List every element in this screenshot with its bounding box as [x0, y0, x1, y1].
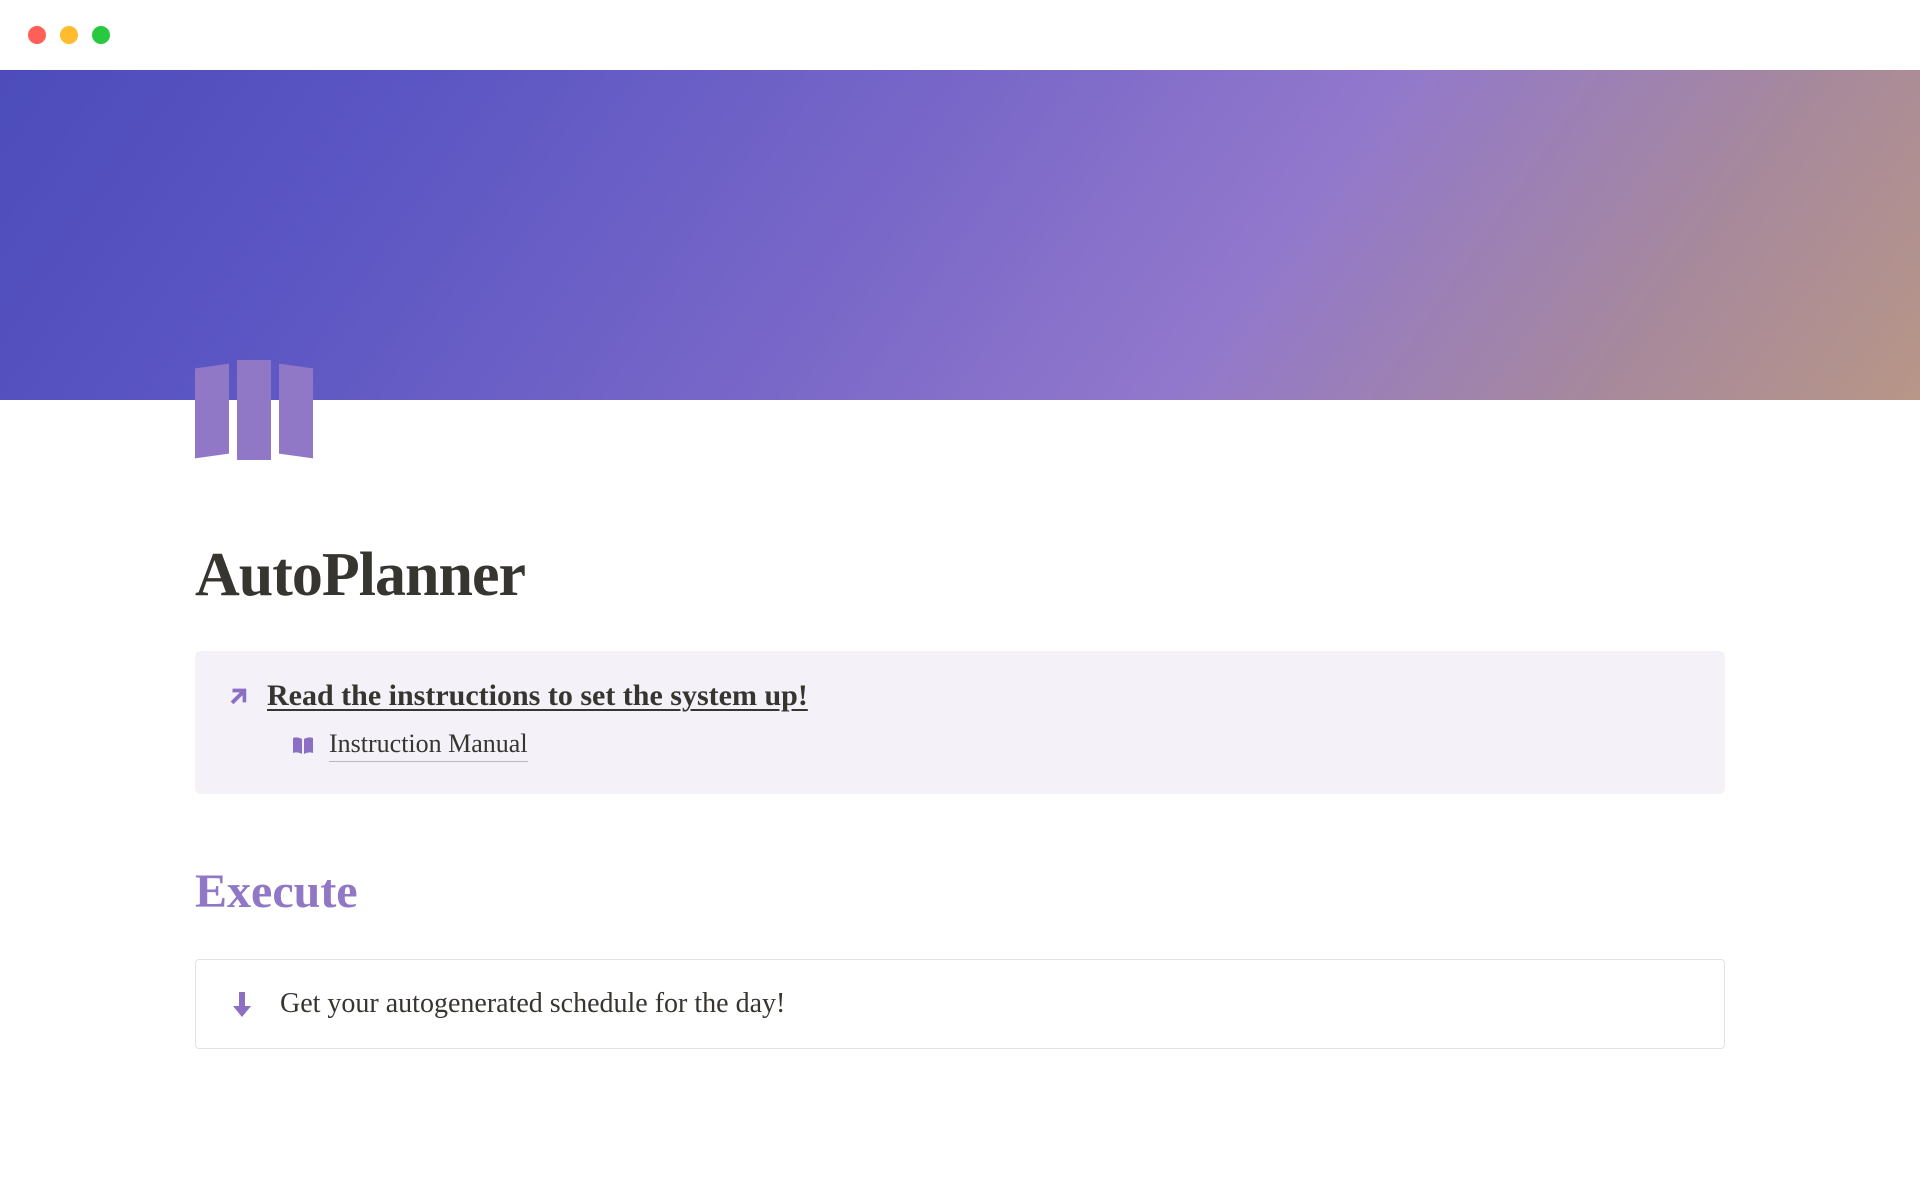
- schedule-text: Get your autogenerated schedule for the …: [280, 988, 785, 1020]
- page-content: AutoPlanner Read the instructions to set…: [0, 400, 1920, 1049]
- instructions-callout: Read the instructions to set the system …: [195, 651, 1725, 794]
- arrow-down-right-icon: [227, 685, 249, 707]
- minimize-window-button[interactable]: [60, 26, 78, 44]
- execute-heading[interactable]: Execute: [195, 864, 1725, 919]
- window-chrome: [0, 0, 1920, 70]
- callout-title[interactable]: Read the instructions to set the system …: [267, 679, 808, 713]
- maximize-window-button[interactable]: [92, 26, 110, 44]
- page-icon[interactable]: [195, 360, 325, 460]
- close-window-button[interactable]: [28, 26, 46, 44]
- book-icon: [291, 734, 315, 758]
- arrow-down-icon: [228, 990, 256, 1018]
- page-title[interactable]: AutoPlanner: [195, 540, 1725, 611]
- instruction-manual-label: Instruction Manual: [329, 729, 528, 762]
- schedule-callout[interactable]: Get your autogenerated schedule for the …: [195, 959, 1725, 1049]
- page-cover[interactable]: [0, 70, 1920, 400]
- callout-header: Read the instructions to set the system …: [227, 679, 1693, 713]
- instruction-manual-link[interactable]: Instruction Manual: [291, 729, 1693, 762]
